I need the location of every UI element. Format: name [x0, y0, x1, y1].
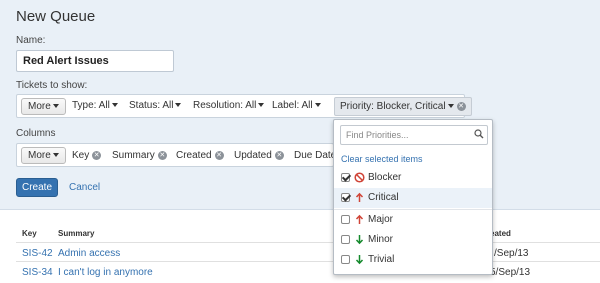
priority-option-blocker[interactable]: Blocker: [334, 168, 492, 188]
table-header-summary: Summary: [58, 229, 95, 238]
table-row-date: /Sep/13: [494, 248, 529, 259]
queue-form-panel: New Queue Name: Red Alert Issues Tickets…: [0, 0, 600, 210]
remove-column-icon[interactable]: ✕: [157, 150, 167, 160]
table-divider: [16, 261, 600, 262]
table-header-key: Key: [22, 229, 37, 238]
table-row-date: 5/Sep/13: [490, 267, 531, 278]
arrow-up-icon: [355, 214, 364, 224]
remove-column-icon[interactable]: ✕: [214, 150, 224, 160]
priority-option-trivial[interactable]: Trivial: [334, 250, 492, 270]
checkbox[interactable]: [341, 255, 350, 264]
filter-resolution[interactable]: Resolution: All: [193, 100, 265, 111]
ticket-filter-bar: More Type: All Status: All Resolution: A…: [16, 94, 472, 118]
chevron-down-icon: [447, 104, 454, 109]
column-created[interactable]: Created ✕: [176, 150, 224, 161]
priority-dropdown: Find Priorities... Clear selected items …: [333, 119, 493, 275]
blocker-icon: [354, 172, 365, 183]
name-input[interactable]: Red Alert Issues: [16, 50, 174, 72]
column-due-date[interactable]: Due Date: [294, 150, 336, 161]
priority-option-major[interactable]: Major: [334, 210, 492, 230]
remove-column-icon[interactable]: ✕: [274, 150, 284, 160]
search-icon: [474, 129, 484, 139]
chevron-down-icon: [111, 103, 118, 108]
chevron-down-icon: [52, 104, 59, 109]
chevron-down-icon: [258, 103, 265, 108]
columns-label: Columns: [16, 128, 56, 139]
arrow-down-icon: [355, 235, 364, 245]
column-summary[interactable]: Summary ✕: [112, 150, 167, 161]
column-updated[interactable]: Updated ✕: [234, 150, 284, 161]
arrow-down-icon: [355, 255, 364, 265]
table-header-created: eated: [490, 229, 511, 238]
chevron-down-icon: [314, 103, 321, 108]
priority-option-critical[interactable]: Critical: [334, 188, 492, 208]
filter-priority[interactable]: Priority: Blocker, Critical ✕: [334, 97, 472, 116]
table-row-summary[interactable]: Admin access: [58, 248, 120, 259]
checkbox[interactable]: [341, 215, 350, 224]
remove-column-icon[interactable]: ✕: [92, 150, 102, 160]
table-row-summary[interactable]: I can't log in anymore: [58, 267, 153, 278]
checkbox[interactable]: [341, 193, 350, 202]
table-row-key[interactable]: SIS-34: [22, 267, 53, 278]
checkbox[interactable]: [341, 173, 350, 182]
create-button[interactable]: Create: [16, 178, 58, 197]
chevron-down-icon: [175, 103, 182, 108]
columns-bar: More Key ✕ Summary ✕ Created ✕ Updated ✕ Due…: [16, 143, 336, 167]
tickets-label: Tickets to show:: [16, 80, 88, 91]
filter-type[interactable]: Type: All: [72, 100, 118, 111]
arrow-up-icon: [355, 192, 364, 202]
checkbox[interactable]: [341, 235, 350, 244]
cancel-link[interactable]: Cancel: [69, 182, 100, 193]
chevron-down-icon: [52, 153, 59, 158]
priority-option-minor[interactable]: Minor: [334, 230, 492, 250]
page-title: New Queue: [16, 8, 96, 25]
remove-filter-icon[interactable]: ✕: [456, 101, 466, 111]
filter-more-button[interactable]: More: [21, 98, 66, 115]
name-label: Name:: [16, 35, 46, 46]
columns-more-button[interactable]: More: [21, 147, 66, 164]
table-divider: [16, 242, 600, 243]
find-priorities-input[interactable]: Find Priorities...: [340, 125, 488, 145]
filter-label[interactable]: Label: All: [272, 100, 321, 111]
clear-selected-link[interactable]: Clear selected items: [341, 154, 423, 164]
column-key[interactable]: Key ✕: [72, 150, 102, 161]
table-row-key[interactable]: SIS-42: [22, 248, 53, 259]
filter-status[interactable]: Status: All: [129, 100, 182, 111]
